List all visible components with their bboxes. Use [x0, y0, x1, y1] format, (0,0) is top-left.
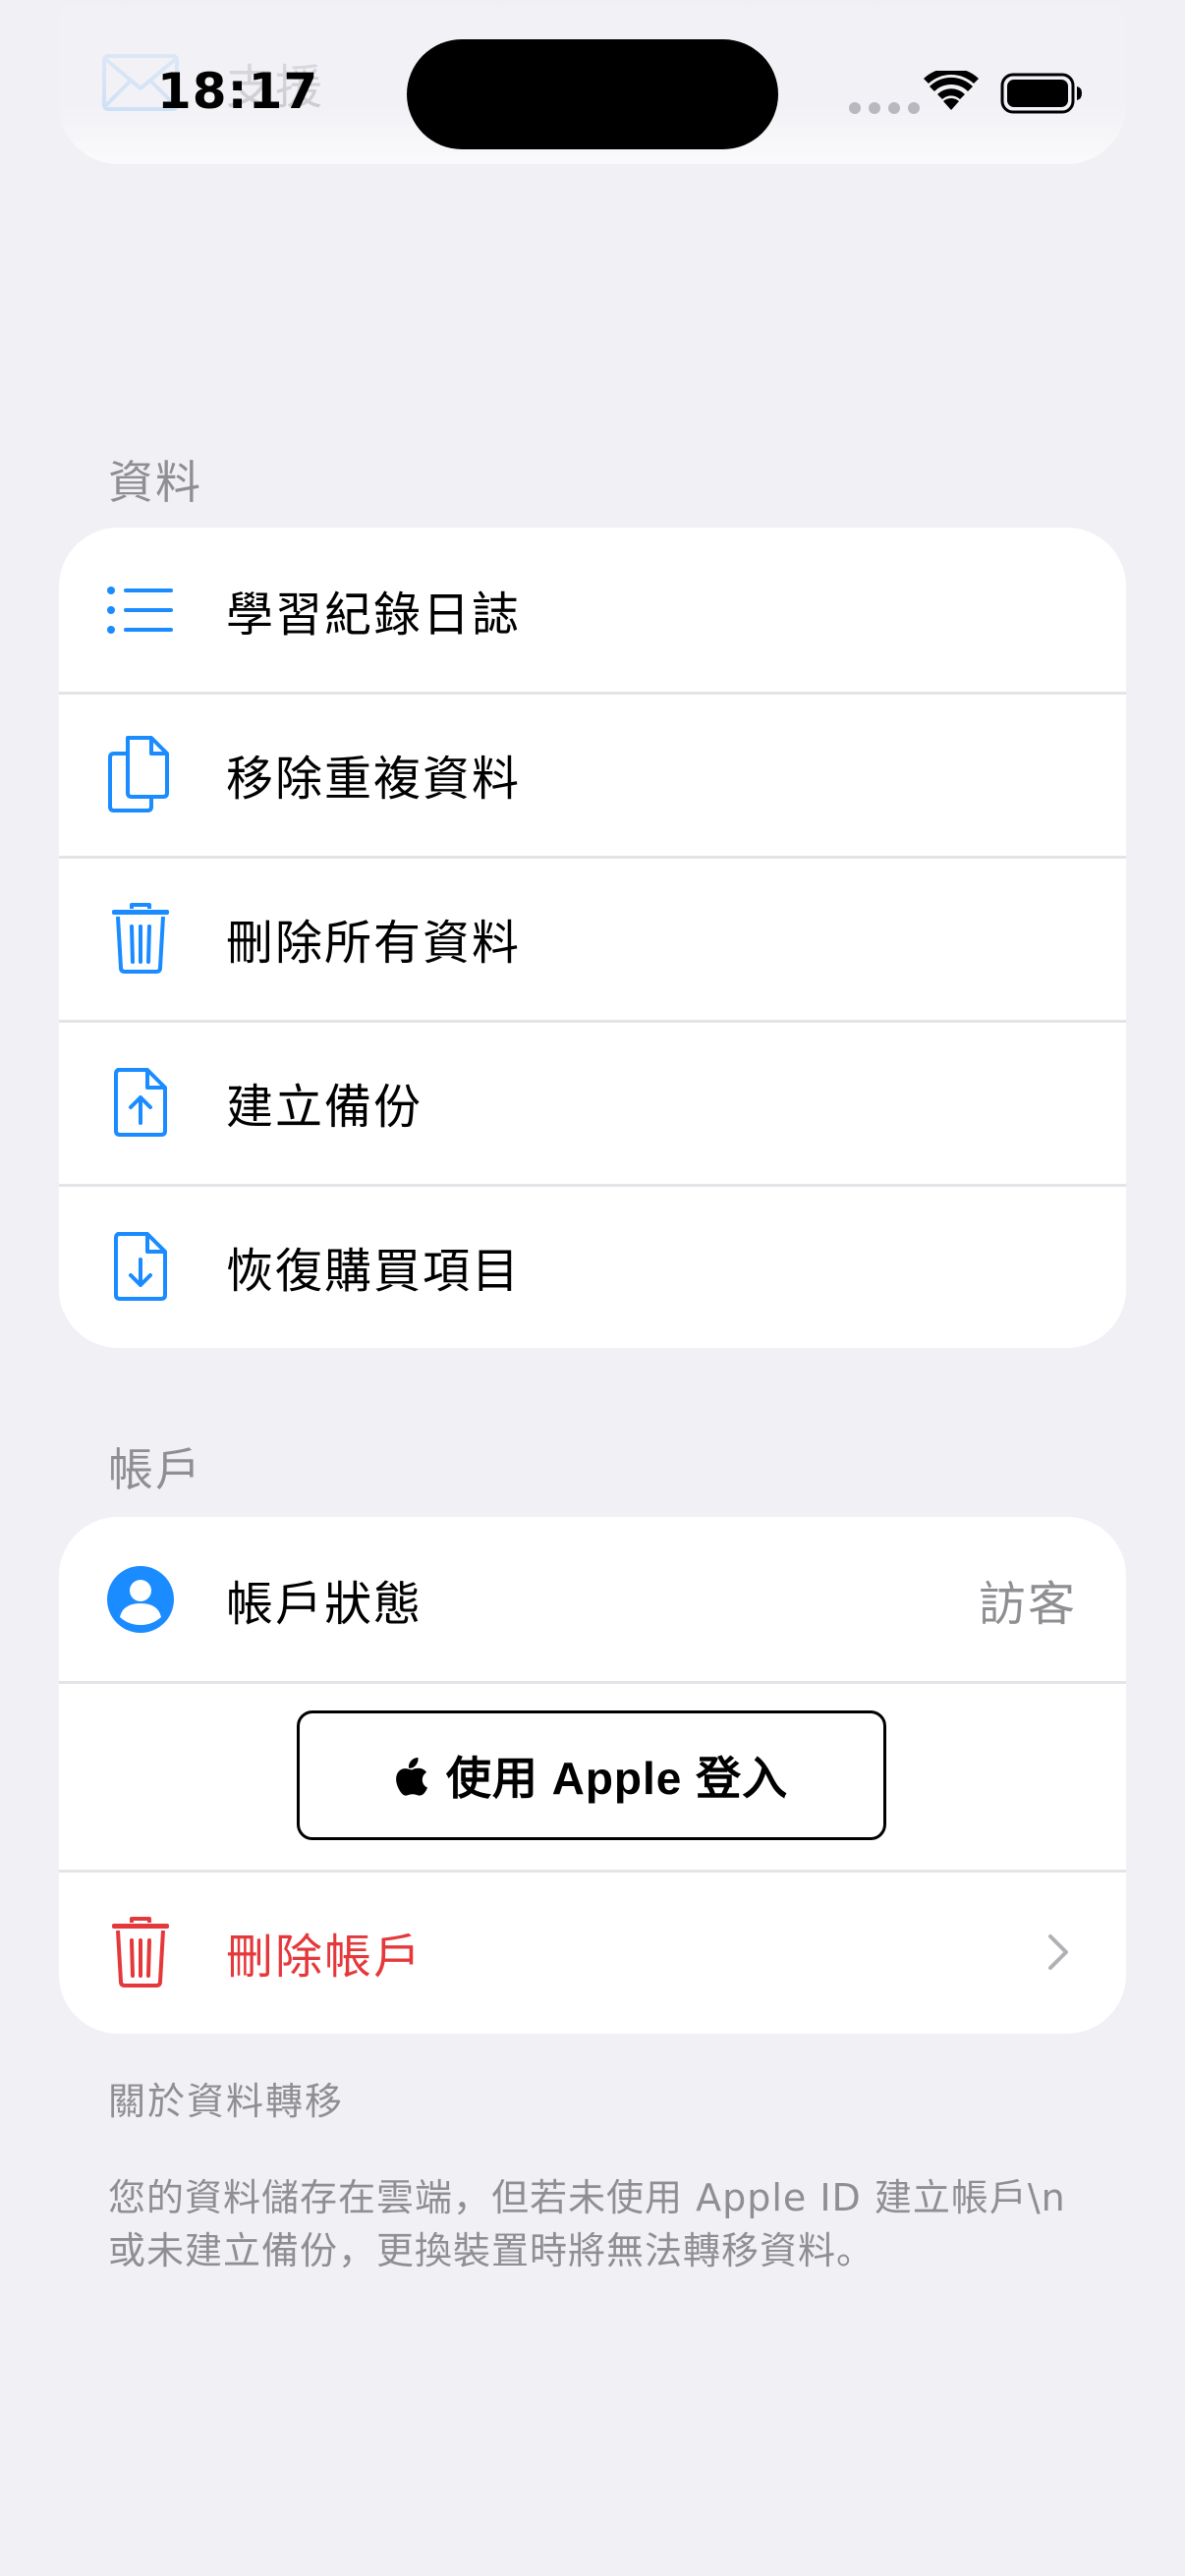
battery-icon	[1000, 73, 1082, 114]
data-section-header: 資料	[108, 456, 202, 509]
chevron-right-icon	[1048, 1933, 1068, 1970]
account-status-label: 帳戶狀態	[226, 1576, 423, 1632]
account-status-value: 訪客	[978, 1576, 1077, 1632]
cellular-signal-icon	[849, 102, 920, 114]
delete-account-label: 刪除帳戶	[226, 1929, 423, 1985]
delete-all-data-label: 刪除所有資料	[226, 915, 522, 971]
list-icon	[98, 568, 183, 652]
dynamic-island	[407, 39, 778, 149]
account-section-header: 帳戶	[108, 1443, 202, 1496]
account-status-row: 帳戶狀態 訪客	[59, 1517, 1126, 1681]
restore-purchases-label: 恢復購買項目	[226, 1243, 522, 1299]
data-card: 學習紀錄日誌 移除重複資料 刪除所有資料 建立備份 恢復購買項目	[59, 528, 1126, 1348]
duplicate-docs-icon	[98, 732, 183, 816]
learning-log-label: 學習紀錄日誌	[226, 587, 522, 643]
data-transfer-note-title: 關於資料轉移	[108, 2080, 345, 2123]
wifi-icon	[924, 71, 979, 110]
delete-all-data-row[interactable]: 刪除所有資料	[59, 856, 1126, 1020]
account-card: 帳戶狀態 訪客 使用 Apple 登入 刪除帳戶	[59, 1517, 1126, 2034]
doc-upload-icon	[98, 1060, 183, 1145]
sign-in-with-apple-button[interactable]: 使用 Apple 登入	[297, 1710, 886, 1840]
settings-screen: 18:17 評論	[0, 0, 1185, 2576]
create-backup-label: 建立備份	[226, 1079, 423, 1135]
delete-account-row[interactable]: 刪除帳戶	[59, 1870, 1126, 2034]
trash-icon-red	[98, 1910, 183, 1994]
data-transfer-note-body: 您的資料儲存在雲端，但若未使用 Apple ID 建立帳戶\n 或未建立備份，更…	[108, 2176, 1066, 2272]
status-time: 18:17	[157, 63, 319, 120]
restore-purchases-row[interactable]: 恢復購買項目	[59, 1184, 1126, 1348]
remove-duplicates-label: 移除重複資料	[226, 751, 522, 807]
sign-in-with-apple-label: 使用 Apple 登入	[445, 1753, 789, 1804]
remove-duplicates-row[interactable]: 移除重複資料	[59, 692, 1126, 856]
apple-logo-icon	[395, 1758, 427, 1796]
sign-in-row: 使用 Apple 登入	[59, 1681, 1126, 1870]
person-circle-icon	[98, 1557, 183, 1642]
learning-log-row[interactable]: 學習紀錄日誌	[59, 528, 1126, 692]
create-backup-row[interactable]: 建立備份	[59, 1020, 1126, 1184]
doc-download-icon	[98, 1224, 183, 1309]
trash-icon	[98, 896, 183, 980]
